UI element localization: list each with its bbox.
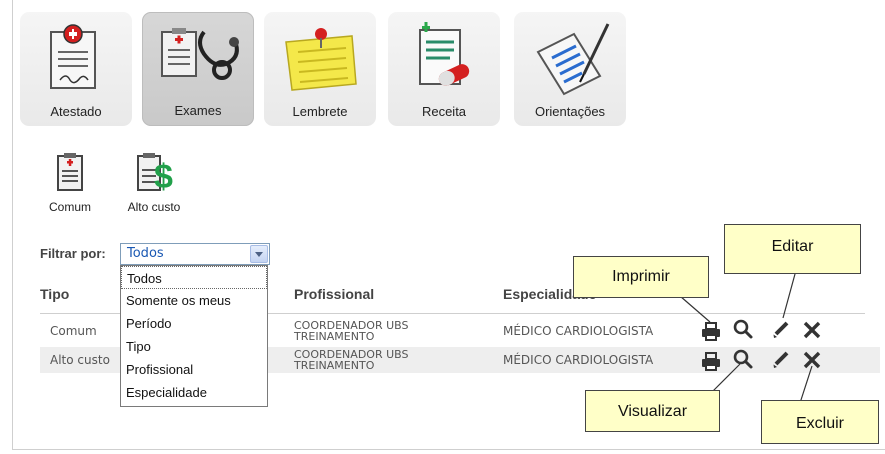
print-icon[interactable]: [700, 350, 722, 372]
print-icon[interactable]: [700, 320, 722, 342]
tile-label: Receita: [421, 104, 467, 119]
clipboard-icon: [57, 153, 83, 191]
svg-text:$: $: [154, 158, 173, 194]
tile-label: Orientações: [534, 104, 606, 119]
tile-label: Atestado: [50, 104, 102, 119]
magnifier-icon[interactable]: [732, 318, 754, 340]
filter-dropdown-list: Todos Somente os meus Período Tipo Profi…: [120, 265, 268, 407]
filter-option[interactable]: Profissional: [121, 358, 267, 381]
magnifier-icon[interactable]: [732, 348, 754, 370]
filter-select[interactable]: Todos: [120, 243, 270, 265]
filter-selected-value: Todos: [127, 246, 164, 261]
cell-tipo: Alto custo: [50, 353, 110, 367]
callout-editar: Editar: [724, 224, 861, 274]
callout-visualizar: Visualizar: [585, 390, 720, 432]
column-header-profissional: Profissional: [294, 286, 375, 302]
button-label: Alto custo: [127, 200, 181, 214]
filter-option[interactable]: Tipo: [121, 335, 267, 358]
stethoscope-clipboard-icon: [161, 28, 239, 80]
tile-orientacoes[interactable]: Orientações: [514, 12, 626, 126]
prescription-pills-icon: [419, 22, 470, 86]
callout-imprimir: Imprimir: [573, 256, 709, 298]
button-label: Comum: [48, 200, 91, 214]
filter-option[interactable]: Período: [121, 312, 267, 335]
pencil-icon[interactable]: [770, 319, 792, 341]
clipboard-dollar-icon: $: [137, 153, 173, 194]
tile-lembrete[interactable]: Lembrete: [264, 12, 376, 126]
tile-label: Lembrete: [292, 104, 348, 119]
cell-especialidade: MÉDICO CARDIOLOGISTA: [503, 353, 654, 367]
cell-tipo: Comum: [50, 324, 97, 338]
column-header-tipo: Tipo: [40, 286, 70, 302]
filter-label: Filtrar por:: [40, 246, 106, 261]
document-pen-icon: [536, 23, 610, 96]
tile-exames[interactable]: Exames: [142, 12, 254, 126]
chevron-down-icon[interactable]: [250, 245, 268, 263]
pencil-icon[interactable]: [770, 349, 792, 371]
filter-option[interactable]: Somente os meus: [121, 289, 267, 312]
filter-option[interactable]: Todos: [121, 266, 267, 289]
tile-receita[interactable]: Receita: [388, 12, 500, 126]
tile-label: Exames: [174, 103, 222, 118]
sticky-note-icon: [285, 28, 357, 91]
button-alto-custo[interactable]: $ Alto custo: [124, 150, 184, 214]
certificate-icon: [50, 24, 96, 89]
delete-x-icon[interactable]: [801, 349, 823, 371]
delete-x-icon[interactable]: [801, 319, 823, 341]
tile-atestado[interactable]: Atestado: [20, 12, 132, 126]
cell-profissional-line2: TREINAMENTO: [294, 330, 375, 343]
filter-option[interactable]: Especialidade: [121, 381, 267, 404]
cell-especialidade: MÉDICO CARDIOLOGISTA: [503, 324, 654, 338]
callout-excluir: Excluir: [761, 400, 879, 444]
button-comum[interactable]: Comum: [44, 150, 96, 214]
cell-profissional-line2: TREINAMENTO: [294, 359, 375, 372]
